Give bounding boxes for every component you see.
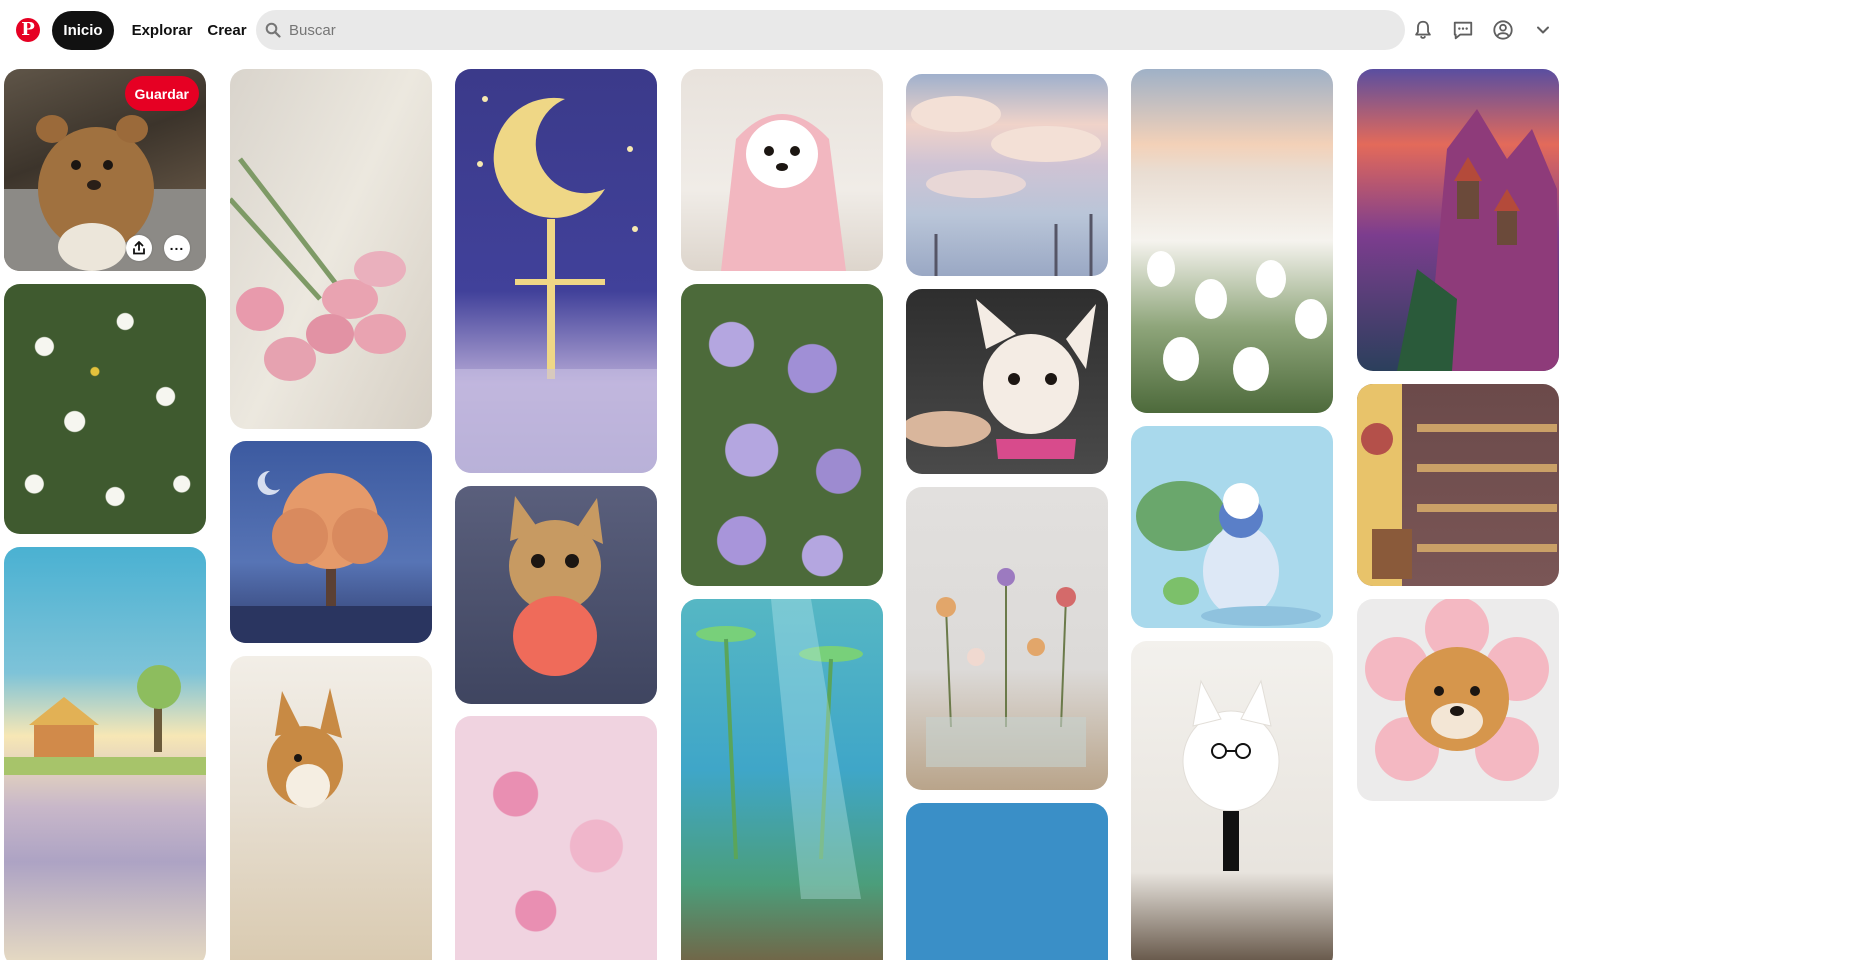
pin-pixel-tree-girl-rain[interactable] (1131, 426, 1333, 628)
pin-image (926, 568, 1086, 767)
pin-pixel-clouds-sky[interactable] (906, 74, 1108, 276)
nav-create-button[interactable]: Crear (203, 11, 251, 50)
pin-pixel-castle-cliff[interactable] (1357, 69, 1559, 371)
pin-image (696, 599, 863, 899)
pin-pink-blossoms[interactable] (455, 716, 657, 960)
pin-corgi-floor[interactable] (230, 656, 432, 960)
top-header: P Inicio Explorar Crear (0, 0, 1863, 62)
pin-purple-bellflowers[interactable] (681, 284, 883, 586)
chevron-down-icon[interactable] (1530, 17, 1556, 43)
pin-pixel-moon-night[interactable] (455, 69, 657, 473)
pin-pixel-orange-tree[interactable] (230, 441, 432, 643)
pin-image (1357, 384, 1557, 586)
pin-image (230, 470, 432, 643)
pin-pixel-underwater[interactable] (681, 599, 883, 960)
pin-image (455, 96, 657, 473)
search-input[interactable] (289, 21, 1389, 39)
pin-image (1147, 251, 1327, 391)
pin-pixel-sky-house[interactable] (4, 547, 206, 960)
pin-grid: Guardar ... (0, 62, 1863, 960)
save-button[interactable]: Guardar (124, 76, 199, 111)
pin-image (721, 114, 846, 271)
pin-dog-on-couch[interactable]: Guardar ... (4, 69, 206, 271)
search-icon (265, 22, 281, 38)
nav-explore-button[interactable]: Explorar (123, 11, 201, 50)
chat-icon[interactable] (1450, 17, 1476, 43)
pin-image (230, 157, 406, 381)
pin-puppy-pink-towel[interactable] (681, 69, 883, 271)
more-icon[interactable]: ... (164, 235, 190, 261)
pin-image (1182, 679, 1280, 871)
pin-white-tulip-field[interactable] (1131, 69, 1333, 413)
share-icon[interactable] (126, 235, 152, 261)
pin-pixel-bakery[interactable] (1357, 384, 1559, 586)
bell-icon[interactable] (1410, 17, 1436, 43)
pin-image (1136, 481, 1321, 626)
search-bar[interactable] (256, 10, 1405, 50)
pin-image (1365, 599, 1549, 781)
pin-blue-partial[interactable] (906, 803, 1108, 960)
pin-samoyed-glasses[interactable] (1131, 641, 1333, 960)
pin-daisy-field[interactable] (4, 284, 206, 534)
pin-image (509, 496, 603, 676)
pin-pink-tulips[interactable] (230, 69, 432, 429)
pin-image (1397, 109, 1559, 371)
pinterest-logo-icon[interactable]: P (16, 18, 40, 42)
pin-image (4, 665, 206, 775)
pin-chihuahua-car[interactable] (906, 289, 1108, 474)
pin-image (911, 96, 1101, 276)
pin-image (906, 299, 1096, 459)
pin-wildflowers-vases[interactable] (906, 487, 1108, 790)
profile-icon[interactable] (1490, 17, 1516, 43)
pin-chihuahua-sweater[interactable] (455, 486, 657, 704)
pin-shiba-flower-hat[interactable] (1357, 599, 1559, 801)
nav-home-button[interactable]: Inicio (52, 11, 114, 50)
pin-image (267, 688, 343, 808)
